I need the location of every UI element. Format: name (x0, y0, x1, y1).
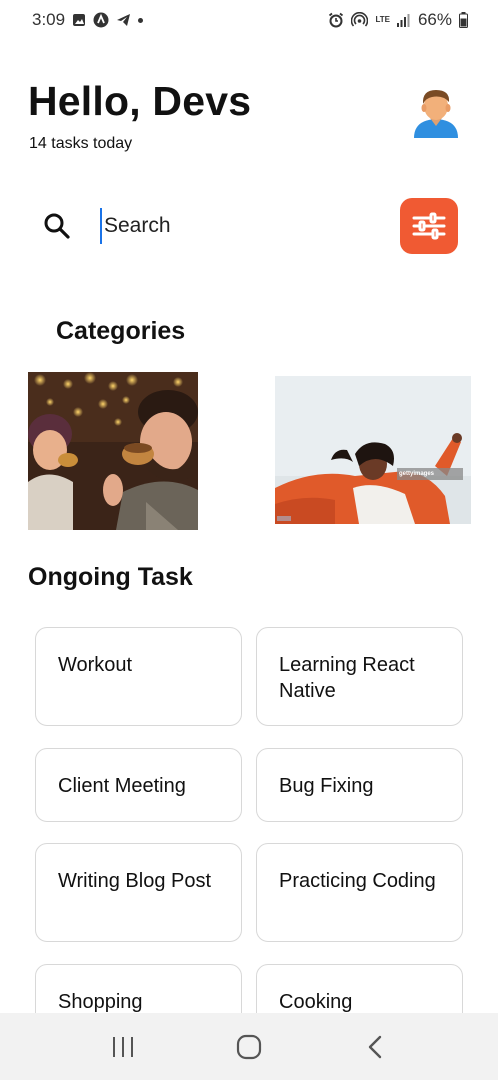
telegram-icon (116, 13, 131, 27)
sliders-icon (412, 212, 446, 240)
system-nav-bar (0, 1013, 498, 1080)
home-icon[interactable] (229, 1027, 269, 1067)
page-title: Hello, Devs (28, 78, 252, 124)
task-count-subtitle: 14 tasks today (29, 135, 133, 152)
task-label: Client Meeting (58, 775, 186, 797)
search-icon[interactable] (42, 211, 72, 241)
task-card-client-meeting[interactable]: Client Meeting (35, 748, 242, 822)
filter-button[interactable] (400, 198, 458, 254)
notification-dot (138, 17, 144, 23)
woman-celebrating-photo: gettyimages (275, 376, 471, 524)
app-screen: 3:09 LTE 66% Hello, Devs 14 tasks today … (0, 0, 498, 1080)
battery-level: 66% (417, 10, 452, 29)
task-label: Learning React Native (279, 654, 415, 702)
task-label: Bug Fixing (279, 775, 374, 797)
task-card-practicing-coding[interactable]: Practicing Coding (256, 843, 463, 942)
signal-bars-icon (396, 13, 411, 27)
battery-icon (459, 12, 468, 28)
task-label: Workout (58, 654, 133, 676)
search-input[interactable] (100, 208, 360, 244)
getty-watermark: gettyimages (399, 471, 435, 477)
categories-heading: Categories (56, 317, 186, 345)
status-bar: 3:09 LTE 66% (0, 0, 498, 40)
signal-icon: LTE (375, 16, 390, 24)
friends-eating-photo (28, 372, 198, 530)
alarm-icon (328, 12, 344, 28)
task-label: Cooking (279, 991, 353, 1013)
user-avatar-icon (414, 90, 458, 138)
task-card-workout[interactable]: Workout (35, 627, 242, 726)
image-icon (72, 13, 86, 27)
network-type: LTE (375, 15, 390, 24)
task-card-writing-blog-post[interactable]: Writing Blog Post (35, 843, 242, 942)
ongoing-heading: Ongoing Task (28, 563, 193, 591)
task-label: Shopping (58, 991, 143, 1013)
status-time: 3:09 (32, 10, 66, 29)
category-card-celebration[interactable]: gettyimages (275, 376, 471, 524)
task-card-bug-fixing[interactable]: Bug Fixing (256, 748, 463, 822)
category-card-friends[interactable] (28, 372, 198, 530)
task-label: Practicing Coding (279, 870, 436, 892)
avatar[interactable] (408, 84, 464, 140)
recent-apps-icon[interactable] (103, 1027, 143, 1067)
task-label: Writing Blog Post (58, 870, 212, 892)
app-icon (93, 12, 109, 28)
hotspot-icon (351, 12, 369, 28)
back-icon[interactable] (355, 1027, 395, 1067)
task-card-learning-react-native[interactable]: Learning React Native (256, 627, 463, 726)
